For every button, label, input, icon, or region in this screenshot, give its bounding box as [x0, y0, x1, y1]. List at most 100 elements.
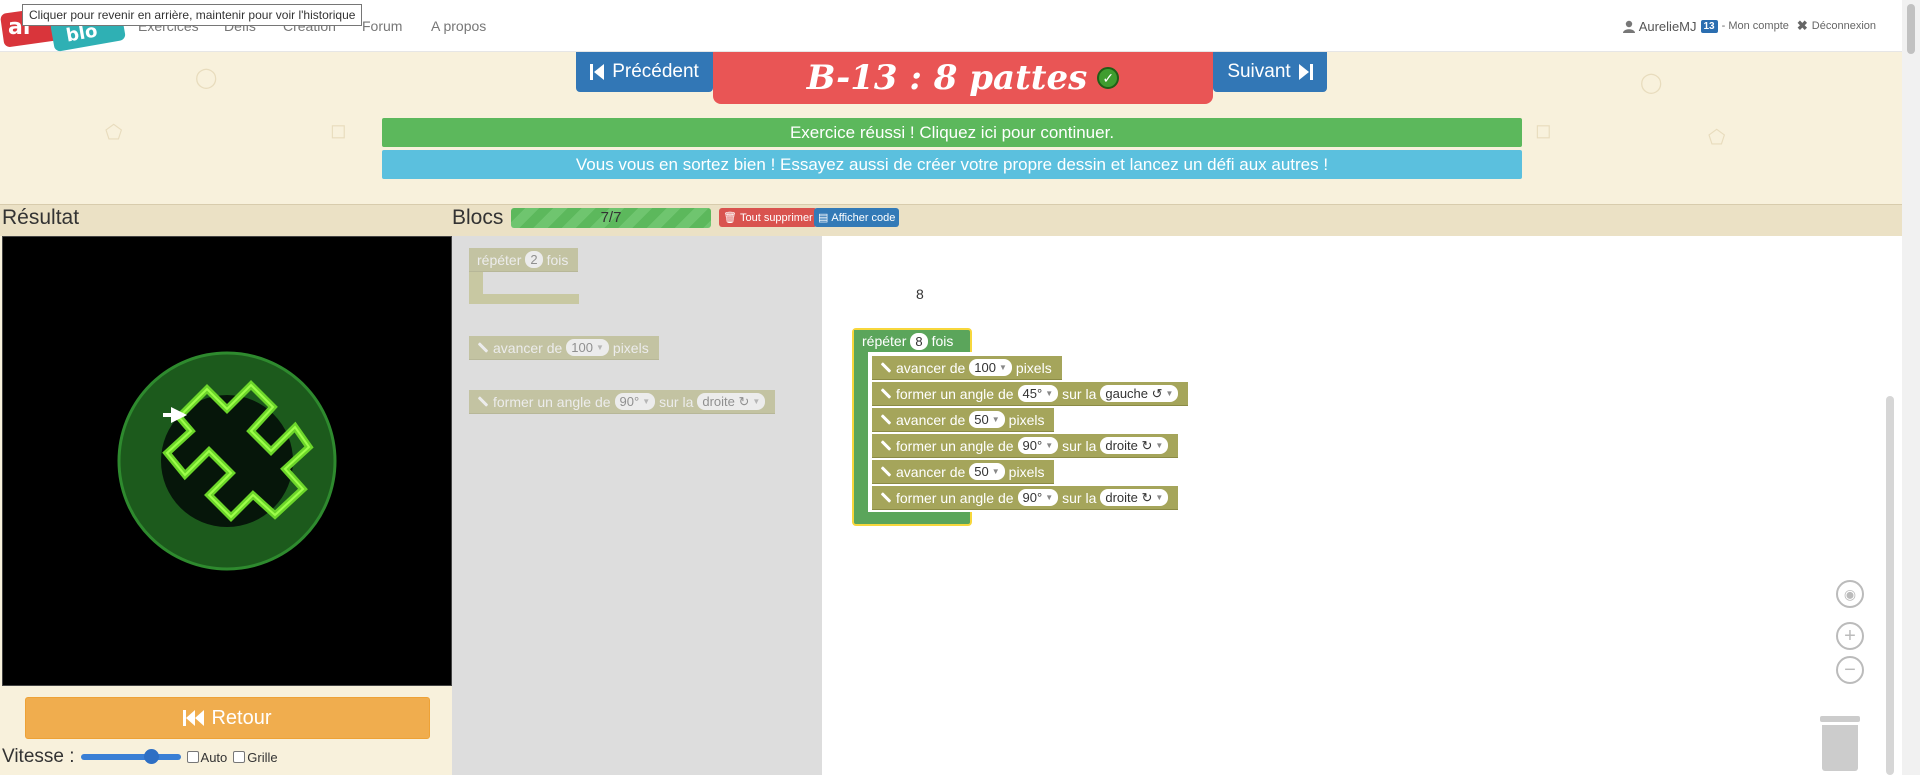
page-scrollbar-thumb[interactable]: [1907, 4, 1915, 54]
turn-angle-field[interactable]: 45° ▼: [1017, 385, 1059, 402]
grid-checkbox[interactable]: Grille: [233, 750, 278, 765]
auto-checkbox-box[interactable]: [186, 751, 199, 763]
statement-forward-block[interactable]: avancer de 50 ▼ pixels: [872, 460, 1055, 484]
statement-turn-block[interactable]: former un angle de 45° ▼ sur la gauche ↺ ▼: [872, 382, 1189, 406]
forward-distance-field[interactable]: 50 ▼: [969, 463, 1005, 480]
decor-circle-icon: ◯: [195, 67, 218, 89]
dropdown-arrow-icon: ▼: [1045, 493, 1054, 502]
pencil-icon: [880, 466, 892, 477]
speed-label: Vitesse :: [2, 746, 75, 767]
statement-forward-block[interactable]: avancer de 100 ▼ pixels: [872, 356, 1062, 380]
pencil-icon: [880, 362, 892, 373]
workspace-trash-icon[interactable]: [1820, 716, 1860, 771]
block-text: former un angle de: [896, 385, 1014, 402]
turn-direction-field[interactable]: droite ↻ ▼: [697, 393, 766, 410]
repeat-count-field[interactable]: 8: [910, 332, 928, 350]
panels-header-bar: [0, 204, 1902, 236]
nav-link-forum[interactable]: Forum: [362, 18, 402, 34]
turn-angle-field[interactable]: 90° ▼: [1017, 489, 1059, 506]
show-code-button[interactable]: ▤ Afficher code: [814, 208, 900, 227]
retour-button[interactable]: Retour: [25, 697, 430, 739]
nav-link-apropos[interactable]: A propos: [431, 18, 486, 34]
toolbox-repeat-foot: [469, 294, 579, 304]
block-text: pixels: [1008, 411, 1045, 428]
field-value: 8: [915, 333, 923, 349]
field-value: droite ↻: [1105, 490, 1153, 505]
field-value: 50: [974, 412, 989, 427]
level-badge: 13: [1700, 19, 1718, 33]
delete-all-button[interactable]: 🗑 Tout supprimer: [719, 208, 817, 227]
block-text: sur la: [1062, 385, 1097, 402]
statement-turn-block[interactable]: former un angle de 90° ▼ sur la droite ↻ ▼: [872, 486, 1179, 510]
field-value: 90°: [619, 394, 640, 409]
turn-angle-field[interactable]: 90° ▼: [614, 393, 656, 410]
speed-slider-knob[interactable]: [144, 749, 160, 764]
delete-all-label: Tout supprimer: [739, 211, 813, 224]
toolbox-repeat-block[interactable]: répéter 2 fois: [469, 248, 579, 272]
field-value: 100: [974, 360, 996, 375]
block-text: fois: [931, 333, 954, 349]
decor-circle-icon: ◯: [1640, 72, 1663, 94]
block-text: sur la: [1062, 437, 1097, 454]
dropdown-arrow-icon: ▼: [1155, 493, 1164, 502]
turn-direction-field[interactable]: gauche ↺ ▼: [1100, 385, 1179, 402]
info-alert: Vous vous en sortez bien ! Essayez aussi…: [382, 150, 1522, 179]
field-value: droite ↻: [1105, 438, 1153, 453]
auto-checkbox[interactable]: Auto: [186, 750, 227, 765]
account-link[interactable]: - Mon compte: [1722, 20, 1789, 32]
speed-controls: Vitesse : Auto Grille: [2, 746, 278, 768]
forward-distance-field[interactable]: 100 ▼: [969, 359, 1012, 376]
field-value: 45°: [1022, 386, 1043, 401]
pencil-icon: [880, 440, 892, 451]
pencil-icon: [880, 414, 892, 425]
user-icon: [1622, 20, 1635, 33]
trash-icon: 🗑: [723, 212, 737, 224]
decor-square-icon: ◻: [1535, 120, 1552, 142]
block-text: avancer de: [896, 463, 966, 480]
recenter-icon[interactable]: ◉: [1836, 580, 1864, 608]
next-button[interactable]: Suivant: [1213, 52, 1327, 92]
turtle-drawing: [117, 351, 337, 571]
workspace-scrollbar[interactable]: [1886, 396, 1894, 775]
success-alert[interactable]: Exercice réussi ! Cliquez ici pour conti…: [382, 118, 1522, 147]
blocks-workspace[interactable]: 8 répéter 8 fois avancer de 100 ▼ pixels …: [822, 236, 1902, 775]
turn-direction-field[interactable]: droite ↻ ▼: [1100, 489, 1169, 506]
decor-pentagon-icon: ⬠: [1708, 127, 1726, 149]
zoom-out-icon[interactable]: −: [1836, 656, 1864, 684]
toolbox-turn-block[interactable]: former un angle de 90° ▼ sur la droite ↻ ▼: [469, 390, 776, 414]
blocks-toolbox: répéter 2 fois avancer de 100 ▼ pixels fo…: [452, 236, 822, 775]
block-text: avancer de: [493, 339, 563, 356]
block-text: former un angle de: [896, 489, 1014, 506]
field-value: droite ↻: [702, 394, 750, 409]
turn-angle-field[interactable]: 90° ▼: [1017, 437, 1059, 454]
block-text: sur la: [1062, 489, 1097, 506]
drawing-canvas: [2, 236, 452, 686]
speed-slider[interactable]: [80, 749, 181, 764]
exercise-title: B-13 : 8 pattes: [806, 58, 1088, 98]
previous-button[interactable]: Précédent: [576, 52, 713, 92]
forward-distance-field[interactable]: 100 ▼: [566, 339, 609, 356]
pencil-icon: [477, 396, 489, 407]
block-text: avancer de: [896, 411, 966, 428]
block-text: sur la: [659, 393, 694, 410]
turn-direction-field[interactable]: droite ↻ ▼: [1100, 437, 1169, 454]
dropdown-arrow-icon: ▼: [991, 415, 1000, 424]
repeat-count-field[interactable]: 2: [525, 251, 543, 268]
page-scrollbar[interactable]: [1902, 0, 1920, 775]
logout-link[interactable]: Déconnexion: [1812, 20, 1876, 32]
toolbox-forward-block[interactable]: avancer de 100 ▼ pixels: [469, 336, 659, 360]
workspace-repeat-block[interactable]: répéter 8 fois: [854, 330, 964, 352]
forward-distance-field[interactable]: 50 ▼: [969, 411, 1005, 428]
pencil-icon: [477, 342, 489, 353]
block-comment: 8: [916, 286, 924, 302]
statement-forward-block[interactable]: avancer de 50 ▼ pixels: [872, 408, 1055, 432]
zoom-in-icon[interactable]: +: [1836, 622, 1864, 650]
username[interactable]: AurelieMJ: [1639, 19, 1697, 34]
block-text: répéter: [862, 333, 907, 349]
pencil-icon: [880, 492, 892, 503]
dropdown-arrow-icon: ▼: [642, 397, 651, 406]
grid-checkbox-box[interactable]: [233, 751, 246, 763]
statement-turn-block[interactable]: former un angle de 90° ▼ sur la droite ↻ ▼: [872, 434, 1179, 458]
field-value: 2: [530, 252, 538, 267]
field-value: 90°: [1022, 490, 1043, 505]
